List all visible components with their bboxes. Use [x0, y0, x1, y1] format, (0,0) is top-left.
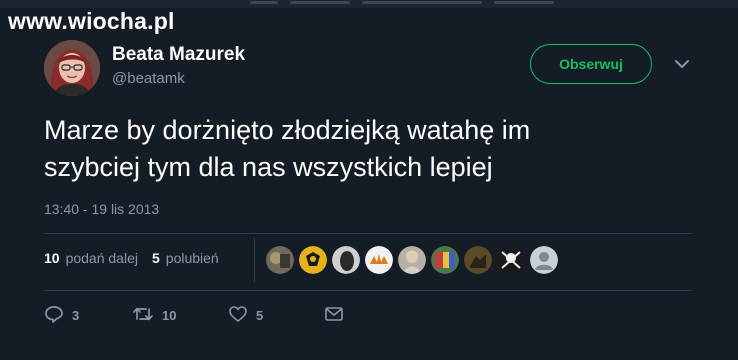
reply-icon: [44, 304, 72, 327]
retweet-count: 10: [162, 308, 177, 323]
top-strip: [0, 0, 738, 8]
message-icon: [324, 305, 352, 326]
liker-avatar[interactable]: [332, 246, 360, 274]
liker-avatar[interactable]: [530, 246, 558, 274]
likes-label: polubień: [165, 250, 219, 266]
message-button[interactable]: [324, 305, 352, 326]
like-button[interactable]: 5: [228, 304, 324, 327]
likes-count: 5: [151, 250, 160, 266]
tweet-line: szybciej tym dla nas wszystkich lepiej: [44, 152, 493, 182]
likes-stat[interactable]: 5 polubień: [152, 250, 219, 266]
likers-avatars: [266, 246, 563, 274]
divider: [44, 233, 692, 234]
retweets-count: 10: [44, 250, 60, 266]
tweet-line: Marze by dorżnięto złodziejką watahę im: [44, 115, 531, 145]
timestamp[interactable]: 13:40 - 19 lis 2013: [44, 201, 159, 217]
watermark: www.wiocha.pl: [8, 8, 175, 34]
tweet-text: Marze by dorżnięto złodziejką watahę im …: [44, 112, 684, 186]
user-handle[interactable]: @beatamk: [112, 70, 185, 87]
chevron-down-icon[interactable]: [672, 56, 692, 72]
retweet-button[interactable]: 10: [132, 304, 228, 327]
liker-avatar[interactable]: [365, 246, 393, 274]
liker-avatar[interactable]: [398, 246, 426, 274]
stats-separator: [254, 238, 255, 282]
tweet-stats: 10 podań dalej 5 polubień: [44, 250, 219, 266]
divider: [44, 290, 692, 291]
like-count: 5: [256, 308, 264, 323]
liker-avatar[interactable]: [497, 246, 525, 274]
liker-avatar[interactable]: [266, 246, 294, 274]
retweets-label: podań dalej: [65, 250, 138, 266]
reply-count: 3: [72, 308, 80, 323]
heart-icon: [228, 304, 256, 327]
retweets-stat[interactable]: 10 podań dalej: [44, 250, 138, 266]
avatar[interactable]: [44, 40, 100, 96]
liker-avatar[interactable]: [299, 246, 327, 274]
retweet-icon: [132, 304, 162, 327]
display-name[interactable]: Beata Mazurek: [112, 44, 245, 66]
tweet-actions: 3 10 5: [44, 304, 352, 327]
liker-avatar[interactable]: [431, 246, 459, 274]
follow-button[interactable]: Obserwuj: [530, 44, 652, 84]
reply-button[interactable]: 3: [44, 304, 132, 327]
liker-avatar[interactable]: [464, 246, 492, 274]
